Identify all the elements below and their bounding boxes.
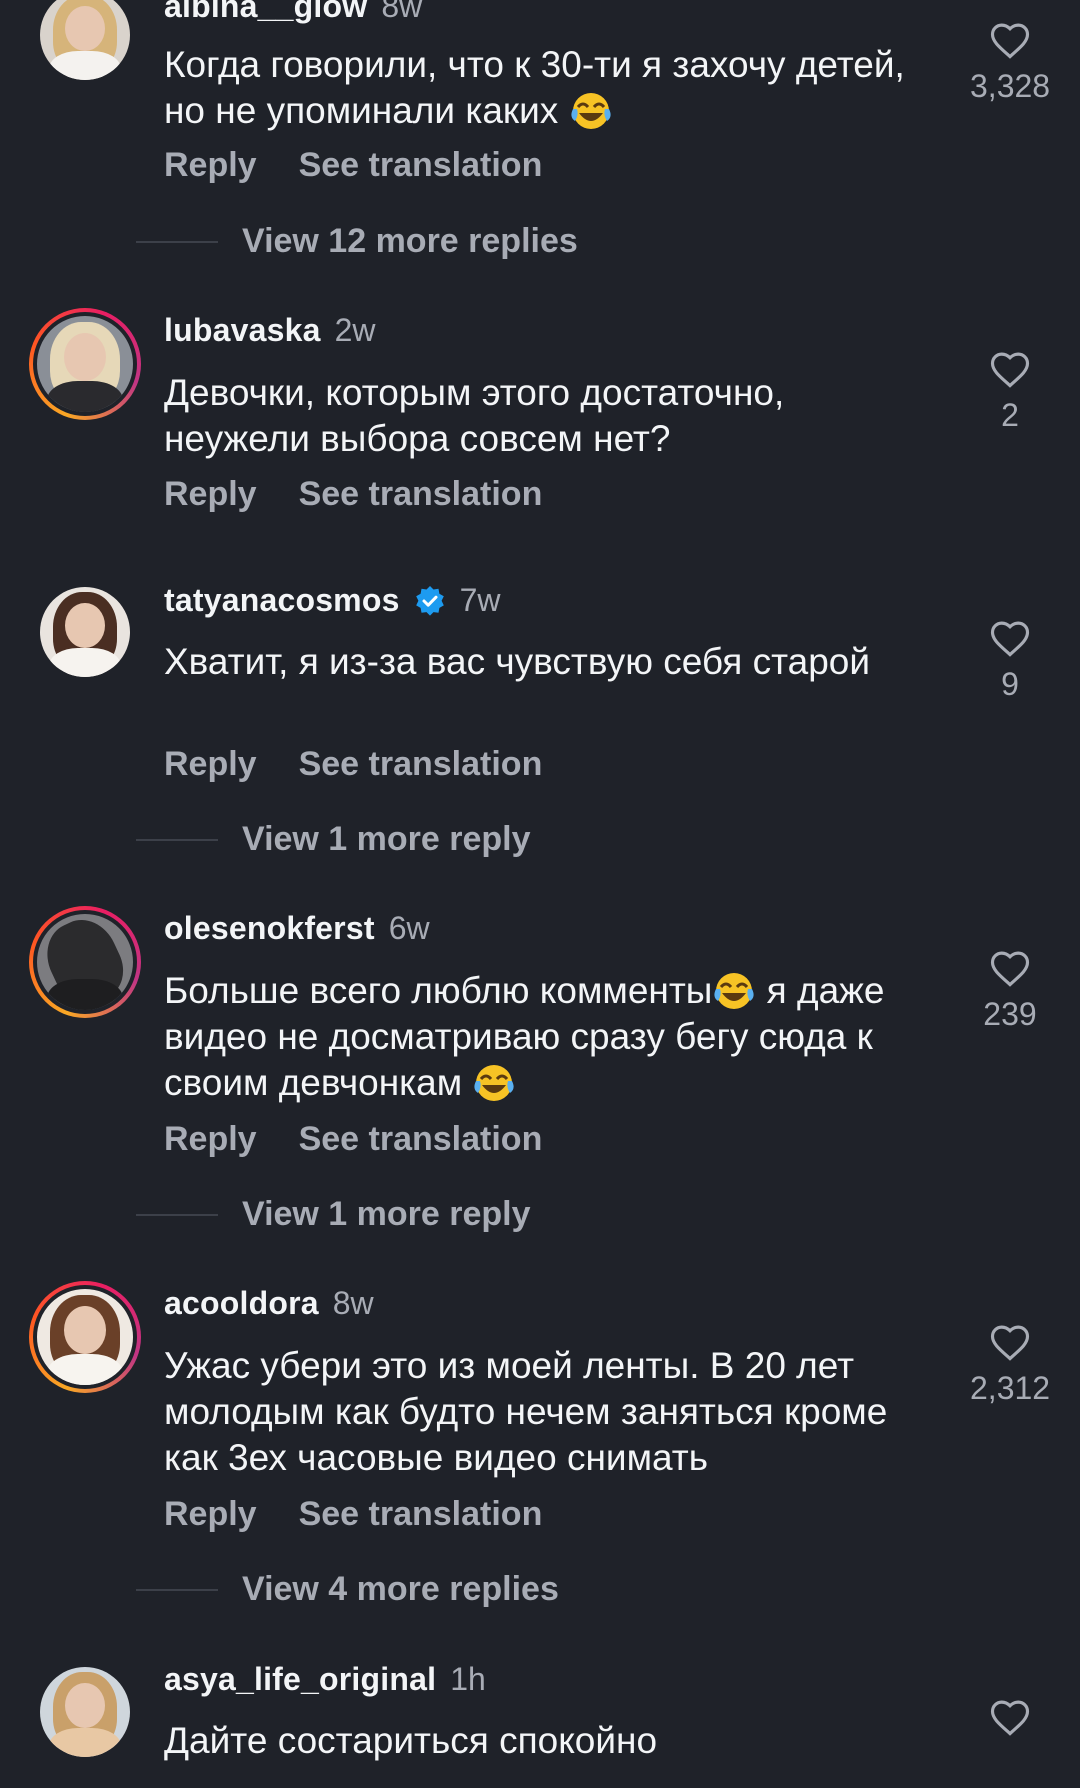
like-control — [970, 1697, 1050, 1737]
like-count: 2 — [1001, 397, 1019, 433]
like-control: 2,312 — [970, 1322, 1050, 1407]
comment-timestamp: 6w — [388, 910, 430, 946]
heart-outline-icon[interactable] — [989, 1697, 1031, 1737]
heart-outline-icon[interactable] — [989, 349, 1031, 389]
avatar[interactable] — [29, 906, 141, 1018]
avatar[interactable] — [29, 1281, 141, 1393]
see-translation-button[interactable]: See translation — [299, 146, 543, 185]
replies-divider — [136, 240, 218, 243]
reply-button[interactable]: Reply — [164, 1120, 257, 1159]
view-replies[interactable]: View 12 more replies — [136, 222, 578, 261]
comment-text: Ужас убери это из моей ленты. В 20 лет м… — [164, 1345, 888, 1478]
comment-username[interactable]: asya_life_original — [164, 1661, 436, 1698]
comment-timestamp: 8w — [381, 0, 423, 24]
heart-outline-icon[interactable] — [989, 1322, 1031, 1362]
view-replies-label[interactable]: View 12 more replies — [242, 222, 578, 261]
reply-button[interactable]: Reply — [164, 146, 257, 185]
like-control: 3,328 — [970, 20, 1050, 105]
replies-divider — [136, 838, 218, 841]
heart-outline-icon[interactable] — [989, 618, 1031, 658]
reply-button[interactable]: Reply — [164, 1495, 257, 1534]
see-translation-button[interactable]: See translation — [299, 745, 543, 784]
comment-username[interactable]: lubavaska — [164, 312, 321, 349]
avatar[interactable] — [29, 308, 141, 420]
comment-username[interactable]: albina__glow — [164, 0, 367, 25]
comment-username[interactable]: olesenokferst — [164, 910, 375, 947]
reply-button[interactable]: Reply — [164, 745, 257, 784]
comment-text: Девочки, которым этого достаточно, неуже… — [164, 372, 785, 459]
avatar[interactable] — [40, 1667, 130, 1757]
like-control: 239 — [970, 948, 1050, 1033]
verified-badge-icon — [415, 585, 444, 616]
comment-timestamp: 2w — [334, 312, 376, 348]
comment-text: Дайте состариться спокойно — [164, 1720, 658, 1761]
comment-text: Больше всего люблю комменты я даже видео… — [164, 970, 885, 1103]
comment-username[interactable]: acooldora — [164, 1285, 319, 1322]
avatar[interactable] — [40, 0, 130, 80]
view-replies[interactable]: View 1 more reply — [136, 1195, 531, 1234]
comment-username[interactable]: tatyanacosmos — [164, 582, 400, 619]
laughing-emoji-icon — [474, 1065, 515, 1101]
heart-outline-icon[interactable] — [989, 948, 1031, 988]
like-count: 239 — [983, 996, 1037, 1032]
view-replies-label[interactable]: View 4 more replies — [242, 1570, 559, 1609]
replies-divider — [136, 1588, 218, 1591]
laughing-emoji-icon — [570, 93, 611, 129]
replies-divider — [136, 1213, 218, 1216]
like-control: 9 — [970, 618, 1050, 703]
like-count: 2,312 — [970, 1370, 1051, 1406]
comment-timestamp: 7w — [459, 582, 501, 618]
see-translation-button[interactable]: See translation — [299, 1120, 543, 1159]
like-count: 3,328 — [970, 68, 1051, 104]
laughing-emoji-icon — [714, 973, 755, 1009]
view-replies[interactable]: View 4 more replies — [136, 1570, 559, 1609]
see-translation-button[interactable]: See translation — [299, 475, 543, 514]
heart-outline-icon[interactable] — [989, 20, 1031, 60]
see-translation-button[interactable]: See translation — [299, 1495, 543, 1534]
view-replies[interactable]: View 1 more reply — [136, 820, 531, 859]
comment-timestamp: 8w — [332, 1285, 374, 1321]
view-replies-label[interactable]: View 1 more reply — [242, 1195, 531, 1234]
comment-text: Когда говорили, что к 30-ти я захочу дет… — [164, 44, 905, 131]
like-control: 2 — [970, 349, 1050, 434]
reply-button[interactable]: Reply — [164, 475, 257, 514]
like-count: 9 — [1001, 666, 1019, 702]
comment-text: Хватит, я из-за вас чувствую себя старой — [164, 641, 871, 682]
view-replies-label[interactable]: View 1 more reply — [242, 820, 531, 859]
avatar[interactable] — [40, 587, 130, 677]
comment-timestamp: 1h — [450, 1661, 486, 1697]
